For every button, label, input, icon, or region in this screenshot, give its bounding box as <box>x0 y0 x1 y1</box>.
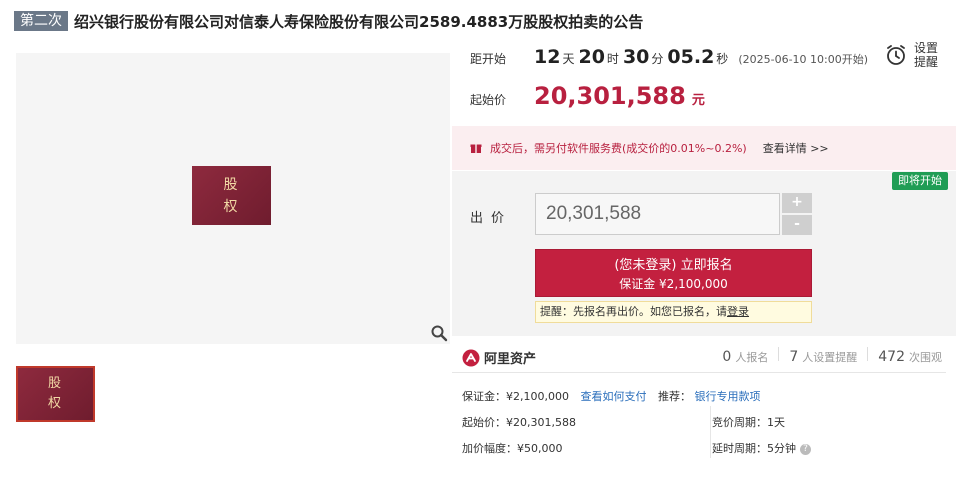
thumbnail[interactable]: 股 权 <box>16 366 95 422</box>
delay-cycle-line: 延时周期：5分钟? <box>712 440 811 456</box>
delay-cycle: 延时周期：5分钟 <box>712 442 796 455</box>
bid-increment: 加价幅度：¥50,000 <box>462 442 563 455</box>
recommend-label: 推荐： <box>657 390 691 403</box>
countdown-days: 12 <box>534 46 561 68</box>
start-time: (2025-06-10 10:00开始) <box>738 53 869 66</box>
start-price-row: 起始价 20,301,588 元 <box>452 82 882 116</box>
auction-info: 阿里资产 0 人报名 7 人设置提醒 472 次围观 保证金：¥2,100,00… <box>452 336 956 458</box>
question-icon[interactable]: ? <box>800 443 811 455</box>
deposit-amount: 保证金：¥2,100,000 <box>462 390 569 403</box>
gift-icon <box>470 144 482 153</box>
status-badge: 即将开始 <box>892 172 948 190</box>
countdown-hours: 20 <box>578 46 605 68</box>
countdown-seconds: 05.2 <box>667 46 715 68</box>
reminder-label-line2: 提醒 <box>914 55 939 69</box>
countdown-days-unit: 天 <box>562 52 575 66</box>
countdown-minutes: 30 <box>622 46 650 68</box>
thumb-char-1: 股 <box>47 376 63 391</box>
brand-name: 阿里资产 <box>484 352 537 367</box>
register-deposit-label: 保证金 ¥2,100,000 <box>619 277 728 291</box>
divider <box>710 406 711 458</box>
price-stepper: + - <box>782 193 812 235</box>
page-title: 绍兴银行股份有限公司对信泰人寿保险股份有限公司2589.4883万股股权拍卖的公… <box>74 12 644 31</box>
countdown-minutes-unit: 分 <box>651 52 664 66</box>
auction-stats: 0 人报名 7 人设置提醒 472 次围观 <box>722 347 942 365</box>
view-count: 472 <box>878 349 905 365</box>
service-fee-text: 成交后，需另付软件服务费(成交价的0.01%~0.2%) <box>490 142 747 155</box>
register-button[interactable]: (您未登录) 立即报名 保证金 ¥2,100,000 <box>535 249 812 297</box>
thumbnail-stamp: 股 权 <box>18 368 93 420</box>
login-link[interactable]: 登录 <box>727 305 749 318</box>
stamp-char-1: 股 <box>223 176 240 193</box>
ali-asset-logo-icon <box>462 349 480 366</box>
decrease-button[interactable]: - <box>782 215 812 235</box>
signup-count: 0 <box>722 349 732 365</box>
stat-divider <box>867 347 869 361</box>
info-start-price: 起始价：¥20,301,588 <box>462 416 576 429</box>
increase-button[interactable]: + <box>782 193 812 213</box>
stat-divider <box>778 347 780 361</box>
equity-stamp: 股 权 <box>192 166 271 225</box>
title-row: 第二次 绍兴银行股份有限公司对信泰人寿保险股份有限公司2589.4883万股股权… <box>14 10 944 32</box>
countdown-hours-unit: 时 <box>606 52 619 66</box>
set-reminder-button[interactable]: 设置 提醒 <box>884 38 948 72</box>
reminder-text: 提醒：先报名再出价。如您已报名，请 <box>540 305 727 318</box>
bid-price-input[interactable] <box>535 193 780 235</box>
alarm-clock-icon <box>887 45 905 65</box>
start-price-label: 起始价 <box>470 93 507 107</box>
register-button-label: (您未登录) 立即报名 <box>614 258 733 273</box>
view-count-label: 次围观 <box>909 351 942 364</box>
countdown-label: 距开始 <box>470 52 507 66</box>
reminder-label-line1: 设置 <box>914 41 939 55</box>
reminder-label: 设置 提醒 <box>914 41 940 69</box>
main-image[interactable]: 股 权 <box>16 53 450 344</box>
round-badge: 第二次 <box>14 11 68 31</box>
countdown: 距开始 12 天 20 时 30 分 05.2 秒 (2025-06-10 10… <box>452 46 882 74</box>
start-price-unit: 元 <box>691 93 705 108</box>
bank-funds-link[interactable]: 银行专用款项 <box>694 390 760 403</box>
reminder-count: 7 <box>789 349 799 365</box>
how-to-pay-link[interactable]: 查看如何支付 <box>580 390 646 403</box>
auction-panel: 距开始 12 天 20 时 30 分 05.2 秒 (2025-06-10 10… <box>452 38 956 458</box>
countdown-seconds-unit: 秒 <box>716 52 729 66</box>
login-reminder: 提醒：先报名再出价。如您已报名，请登录 <box>535 301 812 323</box>
service-fee-notice: 成交后，需另付软件服务费(成交价的0.01%~0.2%) 查看详情 >> <box>452 126 956 170</box>
stamp-char-2: 权 <box>223 198 240 215</box>
deposit-line: 保证金：¥2,100,000 查看如何支付 推荐： 银行专用款项 <box>462 388 760 404</box>
magnifier-icon[interactable] <box>430 324 448 342</box>
bid-label: 出价 <box>470 211 513 226</box>
view-details-link[interactable]: 查看详情 >> <box>763 140 829 156</box>
divider <box>452 372 946 373</box>
start-price-value: 20,301,588 <box>534 82 686 110</box>
brand: 阿里资产 <box>462 348 536 367</box>
reminder-count-label: 人设置提醒 <box>802 351 858 364</box>
thumb-char-2: 权 <box>47 396 63 411</box>
signup-count-label: 人报名 <box>735 351 769 364</box>
bidding-cycle: 竞价周期：1天 <box>712 416 785 429</box>
bid-area: 即将开始 出价 + - (您未登录) 立即报名 保证金 ¥2,100,000 提… <box>452 171 956 336</box>
